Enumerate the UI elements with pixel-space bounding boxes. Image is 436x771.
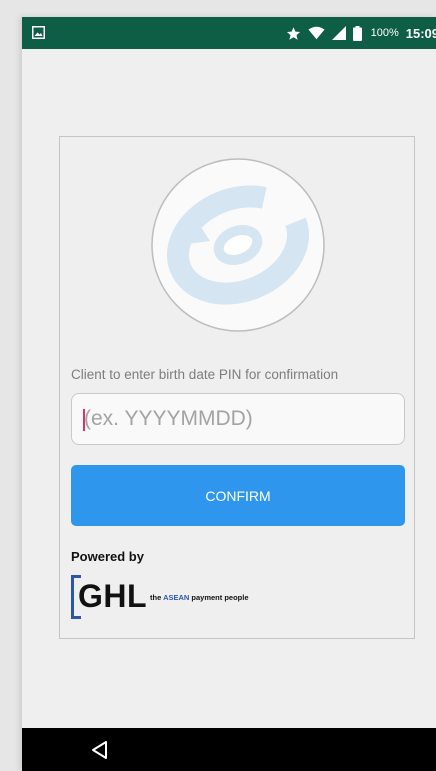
refresh-logo-icon xyxy=(150,157,326,333)
status-bar: 100% 15:09 xyxy=(22,17,436,49)
ghl-tagline: the ASEAN payment people xyxy=(150,593,249,602)
text-cursor xyxy=(83,409,85,431)
signal-icon xyxy=(331,26,346,40)
tagline-prefix: the xyxy=(150,593,164,602)
battery-icon xyxy=(352,25,362,41)
ghl-logo: GHL the ASEAN payment people xyxy=(71,573,371,623)
tagline-suffix: payment people xyxy=(189,593,249,602)
image-icon xyxy=(32,26,45,44)
back-icon[interactable] xyxy=(90,740,110,765)
powered-by-label: Powered by xyxy=(71,549,144,564)
birth-date-pin-input[interactable] xyxy=(71,393,405,445)
navigation-bar xyxy=(22,728,436,771)
confirm-button[interactable]: CONFIRM xyxy=(71,465,405,526)
ghl-wordmark: GHL xyxy=(78,578,148,614)
phone-screen: 100% 15:09 Client to enter birth date PI… xyxy=(22,17,436,771)
pin-prompt-text: Client to enter birth date PIN for confi… xyxy=(71,367,339,382)
star-icon xyxy=(286,26,301,41)
clock: 15:09 xyxy=(405,25,436,41)
battery-percent: 100% xyxy=(370,27,399,39)
tagline-asean: ASEAN xyxy=(163,593,190,602)
pin-confirmation-card: Client to enter birth date PIN for confi… xyxy=(59,136,415,639)
wifi-icon xyxy=(308,26,325,40)
